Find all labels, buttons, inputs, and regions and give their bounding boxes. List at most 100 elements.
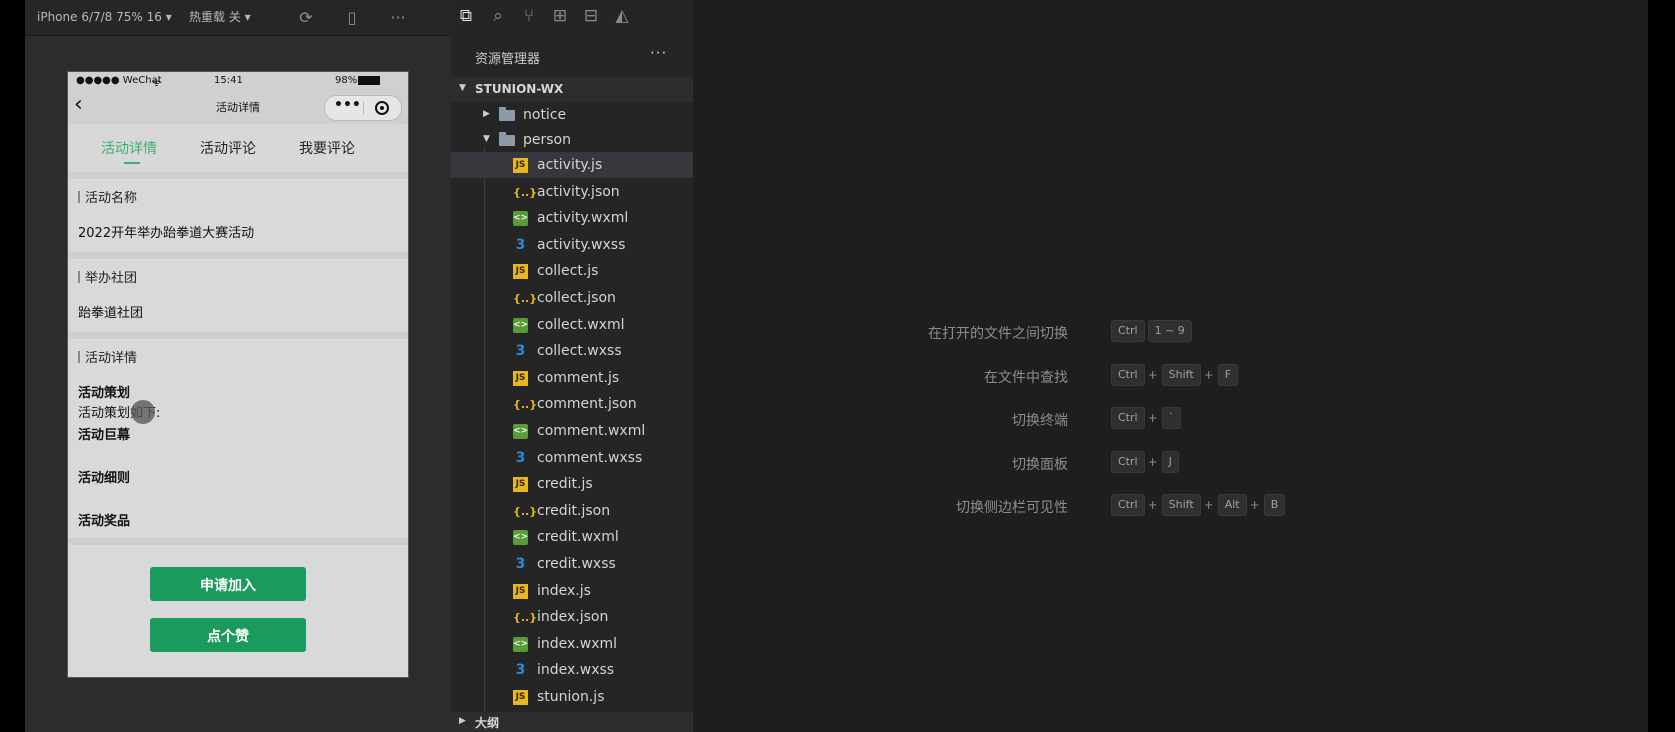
file-item[interactable]: JS activity.js xyxy=(451,152,693,178)
file-item[interactable]: JS index.js xyxy=(451,578,693,604)
explorer-title: 资源管理器 xyxy=(475,52,541,67)
simulator-toolbar: iPhone 6/7/8 75% 16 ▾ 热重载 关 ▾ ⟳ ▯ ··· xyxy=(25,0,451,36)
key-cap: J xyxy=(1161,451,1179,473)
menu-capsule[interactable]: ••• xyxy=(324,95,402,121)
file-item[interactable]: <> collect.wxml xyxy=(451,312,693,338)
file-label: stunion.js xyxy=(537,689,605,705)
shortcut-row: 切换侧边栏可见性 Ctrl + Shift + Alt + B xyxy=(693,494,1648,518)
wxml-file-icon: <> xyxy=(513,530,528,545)
left-edge xyxy=(0,0,25,732)
refresh-icon[interactable]: ⟳ xyxy=(295,7,317,29)
file-item[interactable]: 3 comment.wxss xyxy=(451,445,693,471)
tab-activity-detail[interactable]: 活动详情 xyxy=(101,138,157,158)
file-item[interactable]: {..} activity.json xyxy=(451,179,693,205)
file-item[interactable]: {..} comment.json xyxy=(451,391,693,417)
wxss-file-icon: 3 xyxy=(515,343,526,359)
project-root[interactable]: ▼ STUNION-WX xyxy=(451,77,693,102)
file-label: comment.js xyxy=(537,370,620,386)
key-cap: Shift xyxy=(1161,494,1201,516)
file-label: activity.wxss xyxy=(537,237,626,253)
hot-reload-toggle[interactable]: 热重载 关 ▾ xyxy=(189,8,251,26)
file-item[interactable]: <> index.wxml xyxy=(451,631,693,657)
extensions-icon[interactable]: ⊞ xyxy=(549,5,571,27)
key-cap: Alt xyxy=(1217,494,1247,516)
key-cap: 1 ~ 9 xyxy=(1147,320,1192,342)
phone-icon[interactable]: ▯ xyxy=(341,7,363,29)
key-cap: Ctrl xyxy=(1111,451,1145,473)
wxml-file-icon: <> xyxy=(513,424,528,439)
key-plus: + xyxy=(1147,368,1158,382)
simulator-panel: iPhone 6/7/8 75% 16 ▾ 热重载 关 ▾ ⟳ ▯ ··· ●●… xyxy=(25,0,451,732)
file-item[interactable]: <> activity.wxml xyxy=(451,205,693,231)
folder-open-icon xyxy=(499,132,515,146)
wxss-file-icon: 3 xyxy=(515,556,526,572)
nav-bar: ‹ 活动详情 ••• xyxy=(68,90,408,124)
folder-icon xyxy=(499,107,515,121)
touch-cursor xyxy=(131,400,155,424)
shortcut-label: 在打开的文件之间切换 xyxy=(928,326,1068,342)
explorer-more-icon[interactable]: ··· xyxy=(650,44,667,62)
file-label: credit.js xyxy=(537,476,593,492)
file-item[interactable]: 3 activity.wxss xyxy=(451,232,693,258)
file-label: index.wxss xyxy=(537,662,615,678)
file-label: collect.wxss xyxy=(537,343,622,359)
file-item[interactable]: <> credit.wxml xyxy=(451,524,693,550)
close-target-icon[interactable] xyxy=(375,101,389,115)
file-item[interactable]: {..} index.json xyxy=(451,604,693,630)
plan-title: 活动策划 xyxy=(78,386,131,401)
file-item[interactable]: <> comment.wxml xyxy=(451,418,693,444)
club-label: 举办社团 xyxy=(78,267,137,286)
project-name: STUNION-WX xyxy=(475,82,564,96)
file-item[interactable]: JS credit.js xyxy=(451,471,693,497)
folder-notice[interactable]: ▶ notice xyxy=(451,102,693,128)
docker-icon[interactable]: ◭ xyxy=(611,5,633,27)
source-control-icon[interactable]: ⑂ xyxy=(518,5,540,27)
rules-title: 活动细则 xyxy=(78,471,131,486)
files-icon[interactable]: ⧉ xyxy=(455,5,477,27)
search-icon[interactable]: ⌕ xyxy=(487,5,509,27)
file-item[interactable]: {..} collect.json xyxy=(451,285,693,311)
active-tab-indicator xyxy=(124,162,140,164)
key-cap: Shift xyxy=(1161,364,1201,386)
wxml-file-icon: <> xyxy=(513,637,528,652)
file-item[interactable]: JS collect.js xyxy=(451,258,693,284)
activity-bar: ⧉ ⌕ ⑂ ⊞ ⊟ ◭ xyxy=(451,0,693,35)
file-item[interactable]: 3 collect.wxss xyxy=(451,338,693,364)
folder-person[interactable]: ▼ person xyxy=(451,127,693,153)
shortcut-keys: Ctrl + ` xyxy=(1111,407,1184,429)
file-label: collect.wxml xyxy=(537,317,625,333)
outline-label: 大纲 xyxy=(475,716,500,730)
section-gap xyxy=(68,252,408,259)
file-item[interactable]: JS stunion.js xyxy=(451,684,693,710)
outline-section[interactable]: ▶ 大纲 xyxy=(451,712,693,732)
file-label: activity.wxml xyxy=(537,210,629,226)
tab-write-comment[interactable]: 我要评论 xyxy=(299,138,355,158)
like-button[interactable]: 点个赞 xyxy=(150,618,306,652)
carrier-text: ●●●●● WeChat xyxy=(76,75,162,86)
key-plus: + xyxy=(1203,498,1214,512)
js-file-icon: JS xyxy=(513,371,528,386)
ellipsis-icon[interactable]: ••• xyxy=(334,97,361,113)
file-item[interactable]: 3 credit.wxss xyxy=(451,551,693,577)
folder-label: notice xyxy=(523,107,567,123)
more-icon[interactable]: ··· xyxy=(387,7,409,29)
shortcut-label: 切换面板 xyxy=(1012,457,1068,473)
join-button[interactable]: 申请加入 xyxy=(150,567,306,601)
debug-icon[interactable]: ⊟ xyxy=(580,5,602,27)
file-item[interactable]: 3 index.wxss xyxy=(451,657,693,683)
file-item[interactable]: {..} credit.json xyxy=(451,498,693,524)
battery-icon xyxy=(358,76,380,85)
file-item[interactable]: JS comment.js xyxy=(451,365,693,391)
device-selector[interactable]: iPhone 6/7/8 75% 16 ▾ xyxy=(37,8,172,26)
detail-label: 活动详情 xyxy=(78,347,137,366)
tab-activity-comments[interactable]: 活动评论 xyxy=(200,138,256,158)
wxss-file-icon: 3 xyxy=(515,662,526,678)
battery-text: 98% xyxy=(335,75,358,86)
key-plus: + xyxy=(1147,455,1158,469)
status-bar: ●●●●● WeChat ᯤ 15:41 98% xyxy=(68,72,408,90)
key-cap: Ctrl xyxy=(1111,320,1145,342)
file-label: index.json xyxy=(537,609,609,625)
file-label: credit.json xyxy=(537,503,611,519)
json-file-icon: {..} xyxy=(513,398,538,411)
shortcut-row: 切换终端 Ctrl + ` xyxy=(693,407,1648,431)
